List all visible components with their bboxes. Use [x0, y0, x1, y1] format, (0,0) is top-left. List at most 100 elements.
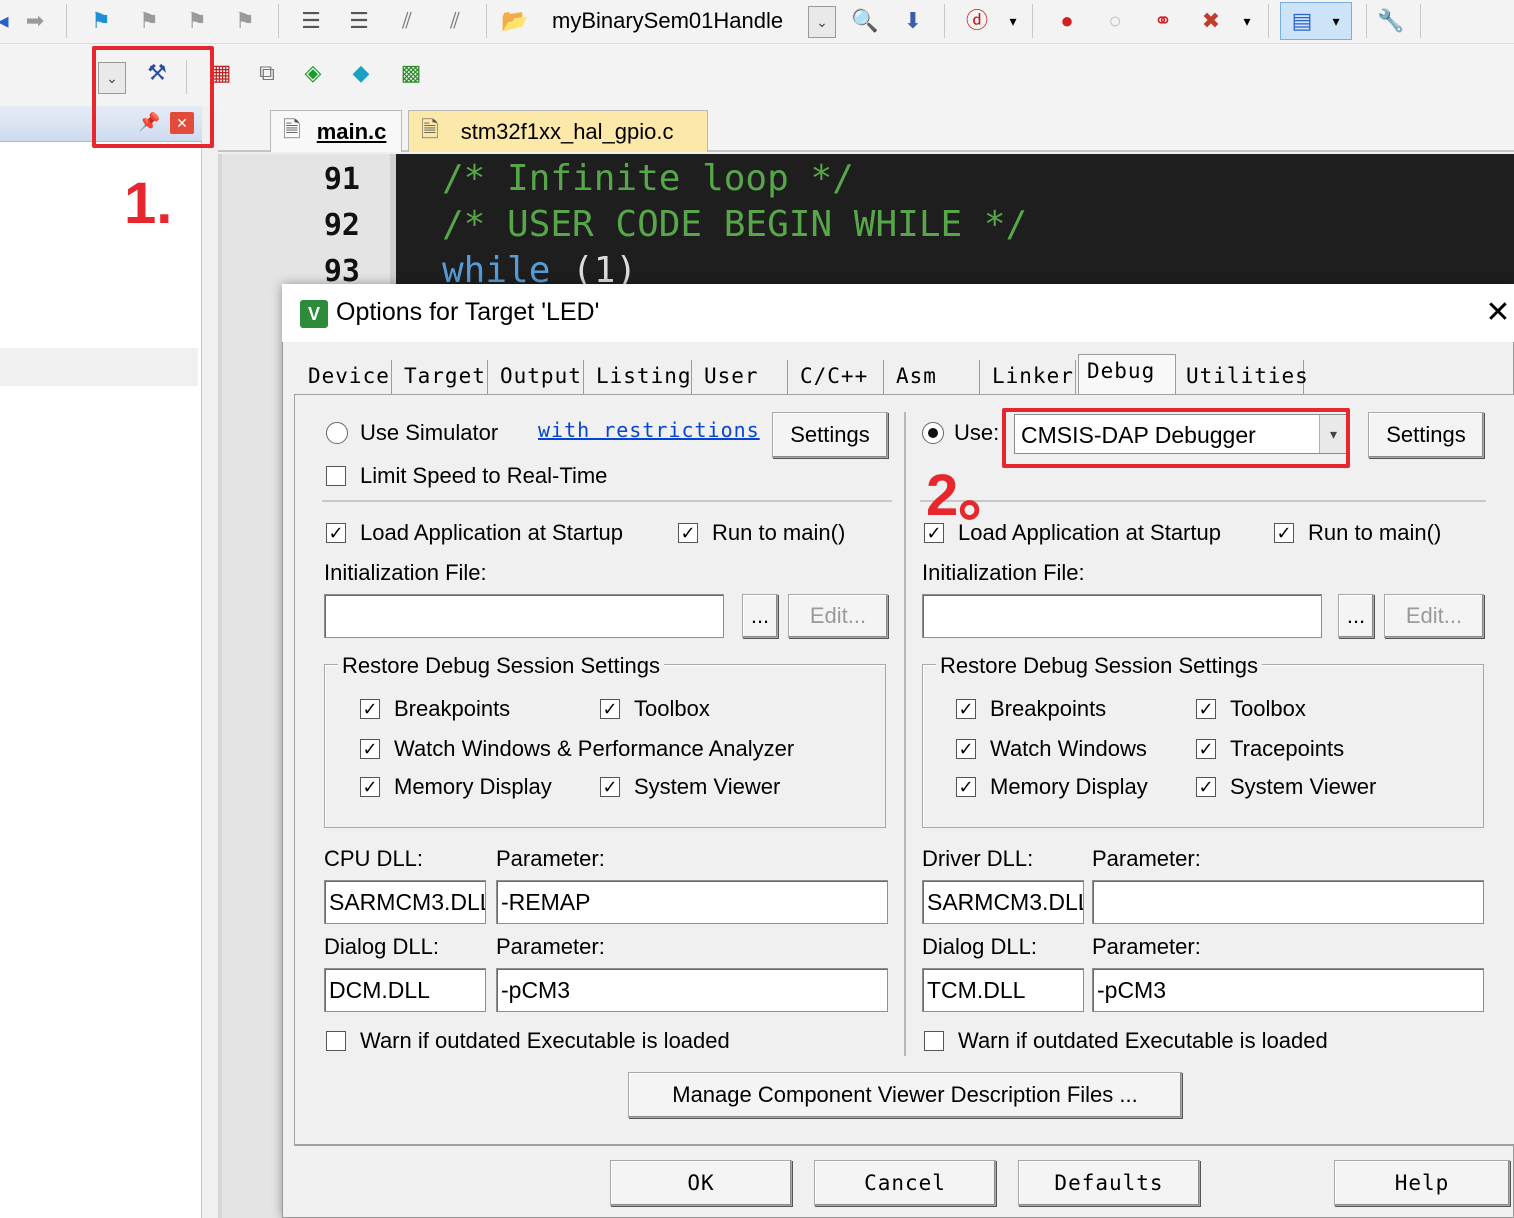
watch-windows-label: Watch Windows & Performance Analyzer	[394, 736, 795, 761]
forward-arrow-icon[interactable]: ➡	[20, 6, 50, 36]
init-file-browse-button[interactable]: ...	[1338, 594, 1374, 638]
open-folder-icon[interactable]: 📂	[500, 6, 530, 36]
panel-divider	[904, 412, 906, 1056]
cpu-param-field[interactable]: -REMAP	[496, 880, 888, 924]
uncomment-icon[interactable]: ⫽	[440, 6, 470, 36]
init-file-browse-button[interactable]: ...	[742, 594, 778, 638]
main-toolbar: ◂ ➡ ⚑ ⚑ ⚑ ⚑ ☰ ☰ ⫽ ⫽ 📂 myBinarySem01Handl…	[0, 0, 1514, 44]
simulator-settings-button[interactable]: Settings	[772, 412, 888, 458]
tab-device[interactable]: Device	[300, 360, 392, 396]
init-file-input[interactable]	[922, 594, 1322, 638]
tab-debug[interactable]: Debug	[1078, 354, 1176, 398]
window-layout-button[interactable]: ▤ ▾	[1280, 2, 1352, 40]
manage-rte-icon[interactable]: ◈	[298, 58, 328, 88]
tab-target[interactable]: Target	[396, 360, 488, 396]
init-file-label: Initialization File:	[324, 560, 487, 585]
toolbox-checkbox[interactable]: ✓	[1196, 699, 1216, 719]
system-viewer-checkbox[interactable]: ✓	[1196, 777, 1216, 797]
tab-utilities[interactable]: Utilities	[1178, 360, 1308, 396]
run-to-main-checkbox[interactable]: ✓	[678, 523, 698, 543]
breakpoints-checkbox[interactable]: ✓	[956, 699, 976, 719]
kill-all-breakpoints-icon[interactable]: ✖	[1196, 6, 1226, 36]
separator-line	[322, 500, 892, 502]
with-restrictions-link[interactable]: with restrictions	[538, 418, 760, 442]
manage-component-viewer-button[interactable]: Manage Component Viewer Description File…	[628, 1072, 1182, 1118]
limit-speed-label: Limit Speed to Real-Time	[360, 463, 608, 488]
close-icon[interactable]: ✕	[1482, 296, 1514, 329]
use-label: Use:	[954, 420, 1000, 445]
toolbox-checkbox[interactable]: ✓	[600, 699, 620, 719]
toolbar-separator	[1420, 4, 1421, 38]
breakpoints-label: Breakpoints	[990, 696, 1107, 721]
init-file-input[interactable]	[324, 594, 724, 638]
init-file-edit-button[interactable]: Edit...	[788, 594, 888, 638]
insert-breakpoint-icon[interactable]: ●	[1052, 6, 1082, 36]
code-line: /* USER CODE BEGIN WHILE */	[442, 204, 1028, 245]
incremental-find-icon[interactable]: ⬇	[898, 6, 928, 36]
breakpoint-dropdown-icon[interactable]: ▾	[1232, 6, 1262, 36]
tab-user[interactable]: User	[696, 360, 788, 396]
indent-icon[interactable]: ☰	[296, 6, 326, 36]
project-tree-selected-row[interactable]	[0, 348, 198, 386]
pack-installer-icon[interactable]: ◆	[346, 58, 376, 88]
tab-stm32f1xx-hal-gpio[interactable]: 🗎 stm32f1xx_hal_gpio.c	[408, 110, 708, 152]
dialog-param-label: Parameter:	[1092, 934, 1201, 959]
file-icon: 🗎	[283, 116, 301, 142]
driver-param-field[interactable]	[1092, 880, 1484, 924]
debugger-settings-button[interactable]: Settings	[1368, 412, 1484, 458]
watch-windows-checkbox[interactable]: ✓	[956, 739, 976, 759]
use-debugger-radio[interactable]	[922, 422, 944, 444]
tab-output[interactable]: Output	[492, 360, 584, 396]
init-file-edit-button[interactable]: Edit...	[1384, 594, 1484, 638]
help-button[interactable]: Help	[1334, 1160, 1510, 1206]
find-in-files-icon[interactable]: 🔍	[850, 6, 880, 36]
comment-icon[interactable]: ⫽	[392, 6, 422, 36]
tab-linker[interactable]: Linker	[984, 360, 1076, 396]
dialog-dll-field[interactable]: DCM.DLL	[324, 968, 486, 1012]
dialog-param-field[interactable]: -pCM3	[1092, 968, 1484, 1012]
dialog-param-field[interactable]: -pCM3	[496, 968, 888, 1012]
system-viewer-checkbox[interactable]: ✓	[600, 777, 620, 797]
debug-dropdown-icon[interactable]: ▾	[998, 6, 1028, 36]
tab-asm[interactable]: Asm	[888, 360, 980, 396]
memory-display-checkbox[interactable]: ✓	[360, 777, 380, 797]
configure-icon[interactable]: 🔧	[1376, 6, 1406, 36]
find-combo-dropdown[interactable]: ⌄	[808, 6, 836, 38]
limit-speed-checkbox[interactable]	[326, 466, 346, 486]
annotation-step-1: 1.	[124, 171, 173, 236]
enable-breakpoint-icon[interactable]: ○	[1100, 6, 1130, 36]
find-combo-value[interactable]: myBinarySem01Handle	[552, 6, 783, 36]
next-bookmark-icon[interactable]: ⚑	[182, 6, 212, 36]
bookmark-flag-icon[interactable]: ⚑	[86, 6, 116, 36]
cancel-button[interactable]: Cancel	[814, 1160, 996, 1206]
clear-bookmarks-icon[interactable]: ⚑	[230, 6, 260, 36]
component-viewer-icon[interactable]: ▩	[396, 58, 426, 88]
code-line: /* Infinite loop */	[442, 158, 854, 199]
init-file-label: Initialization File:	[922, 560, 1085, 585]
select-packs-icon[interactable]: ⧉	[252, 58, 282, 88]
driver-dll-field[interactable]: SARMCM3.DLL	[922, 880, 1084, 924]
run-to-main-checkbox[interactable]: ✓	[1274, 523, 1294, 543]
tracepoints-label: Tracepoints	[1230, 736, 1345, 761]
cpu-dll-field[interactable]: SARMCM3.DLL	[324, 880, 486, 924]
tab-cpp[interactable]: C/C++	[792, 360, 884, 396]
warn-outdated-checkbox[interactable]	[924, 1031, 944, 1051]
breakpoints-checkbox[interactable]: ✓	[360, 699, 380, 719]
load-app-checkbox[interactable]: ✓	[326, 523, 346, 543]
watch-windows-checkbox[interactable]: ✓	[360, 739, 380, 759]
prev-bookmark-icon[interactable]: ⚑	[134, 6, 164, 36]
dialog-dll-field[interactable]: TCM.DLL	[922, 968, 1084, 1012]
warn-outdated-checkbox[interactable]	[326, 1031, 346, 1051]
debug-session-icon[interactable]: ⓓ	[962, 6, 992, 36]
defaults-button[interactable]: Defaults	[1018, 1160, 1200, 1206]
memory-display-checkbox[interactable]: ✓	[956, 777, 976, 797]
ok-button[interactable]: OK	[610, 1160, 792, 1206]
tab-listing[interactable]: Listing	[588, 360, 692, 396]
disable-all-breakpoints-icon[interactable]: ⚭	[1148, 6, 1178, 36]
tab-main-c[interactable]: 🗎 main.c	[270, 110, 402, 152]
tracepoints-checkbox[interactable]: ✓	[1196, 739, 1216, 759]
window-layout-icon: ▤	[1291, 8, 1313, 33]
use-simulator-radio[interactable]	[326, 422, 348, 444]
back-arrow-icon[interactable]: ◂	[0, 6, 18, 36]
unindent-icon[interactable]: ☰	[344, 6, 374, 36]
